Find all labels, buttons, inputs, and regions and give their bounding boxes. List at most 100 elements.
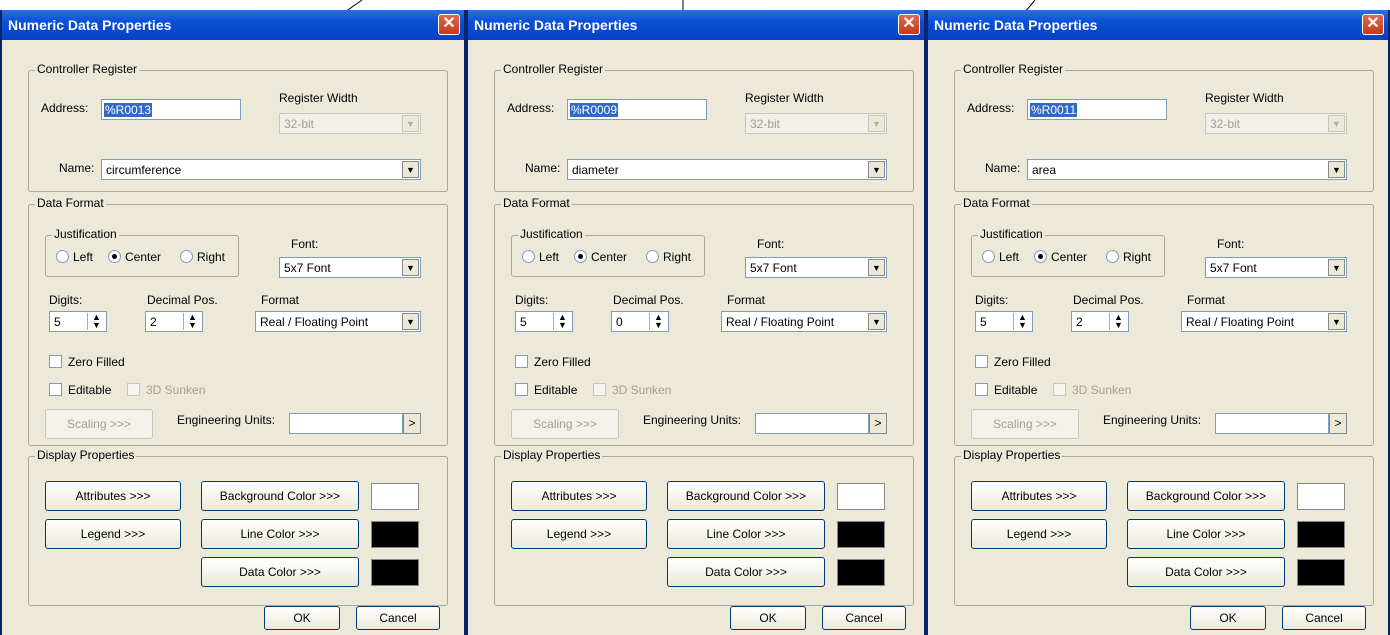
legend-button[interactable]: Legend >>> — [511, 519, 647, 549]
ok-button[interactable]: OK — [730, 606, 806, 630]
chevron-down-icon[interactable]: ▼ — [868, 161, 885, 178]
background-color-swatch[interactable] — [371, 483, 419, 510]
zero-filled-checkbox[interactable]: Zero Filled — [515, 355, 591, 369]
background-color-button[interactable]: Background Color >>> — [201, 481, 359, 511]
spinner-arrows-icon[interactable]: ▲ ▼ — [1109, 313, 1127, 330]
format-label: Format — [261, 293, 300, 307]
justification-right-radio[interactable]: Right — [646, 250, 691, 264]
data-color-swatch[interactable] — [1297, 559, 1345, 586]
font-select[interactable]: 5x7 Font ▼ — [745, 257, 887, 278]
engineering-units-button[interactable]: > — [403, 413, 421, 434]
chevron-down-icon[interactable]: ▼ — [402, 161, 419, 178]
editable-checkbox[interactable]: Editable — [975, 383, 1037, 397]
line-color-button[interactable]: Line Color >>> — [667, 519, 825, 549]
digits-spinner[interactable]: 5 ▲ ▼ — [515, 311, 573, 332]
data-color-button[interactable]: Data Color >>> — [667, 557, 825, 587]
data-color-button[interactable]: Data Color >>> — [201, 557, 359, 587]
editable-checkbox[interactable]: Editable — [515, 383, 577, 397]
format-select[interactable]: Real / Floating Point ▼ — [255, 311, 421, 332]
font-value: 5x7 Font — [1210, 261, 1257, 275]
data-color-swatch[interactable] — [837, 559, 885, 586]
address-input[interactable]: %R0011 — [1027, 99, 1167, 120]
spinner-arrows-icon[interactable]: ▲ ▼ — [87, 313, 105, 330]
chevron-down-icon[interactable]: ▼ — [1328, 313, 1345, 330]
attributes-button[interactable]: Attributes >>> — [511, 481, 647, 511]
digits-spinner[interactable]: 5 ▲ ▼ — [49, 311, 107, 332]
decimal-spinner[interactable]: 2 ▲ ▼ — [1071, 311, 1129, 332]
address-input[interactable]: %R0013 — [101, 99, 241, 120]
name-select[interactable]: circumference ▼ — [101, 159, 421, 180]
chevron-down-icon[interactable]: ▼ — [1328, 259, 1345, 276]
justification-left-radio[interactable]: Left — [522, 250, 559, 264]
address-label: Address: — [967, 101, 1015, 115]
line-color-swatch[interactable] — [1297, 521, 1345, 548]
editable-checkbox[interactable]: Editable — [49, 383, 111, 397]
spinner-arrows-icon[interactable]: ▲ ▼ — [649, 313, 667, 330]
legend-button[interactable]: Legend >>> — [45, 519, 181, 549]
line-color-swatch[interactable] — [837, 521, 885, 548]
justification-right-radio[interactable]: Right — [180, 250, 225, 264]
name-select[interactable]: diameter ▼ — [567, 159, 887, 180]
engineering-units-input[interactable] — [755, 413, 869, 434]
font-select[interactable]: 5x7 Font ▼ — [279, 257, 421, 278]
format-select[interactable]: Real / Floating Point ▼ — [1181, 311, 1347, 332]
decimal-value: 0 — [616, 315, 623, 329]
name-select[interactable]: area ▼ — [1027, 159, 1347, 180]
engineering-units-input[interactable] — [1215, 413, 1329, 434]
data-color-swatch[interactable] — [371, 559, 419, 586]
ok-button[interactable]: OK — [1190, 606, 1266, 630]
numeric-data-properties-dialog: Numeric Data Properties ✕ Controller Reg… — [0, 10, 466, 635]
background-color-button[interactable]: Background Color >>> — [667, 481, 825, 511]
line-color-button[interactable]: Line Color >>> — [201, 519, 359, 549]
zero-filled-checkbox[interactable]: Zero Filled — [975, 355, 1051, 369]
chevron-down-icon[interactable]: ▼ — [402, 313, 419, 330]
line-color-swatch[interactable] — [371, 521, 419, 548]
font-select[interactable]: 5x7 Font ▼ — [1205, 257, 1347, 278]
ok-button[interactable]: OK — [264, 606, 340, 630]
decimal-spinner[interactable]: 2 ▲ ▼ — [145, 311, 203, 332]
spinner-arrows-icon[interactable]: ▲ ▼ — [1013, 313, 1031, 330]
title-bar[interactable]: Numeric Data Properties ✕ — [468, 10, 924, 40]
justification-left-radio[interactable]: Left — [982, 250, 1019, 264]
register-width-select: 32-bit ▼ — [279, 113, 421, 134]
cancel-button[interactable]: Cancel — [822, 606, 906, 630]
engineering-units-button[interactable]: > — [869, 413, 887, 434]
cancel-button[interactable]: Cancel — [1282, 606, 1366, 630]
digits-spinner[interactable]: 5 ▲ ▼ — [975, 311, 1033, 332]
engineering-units-button[interactable]: > — [1329, 413, 1347, 434]
chevron-down-icon[interactable]: ▼ — [868, 259, 885, 276]
engineering-units-label: Engineering Units: — [643, 413, 742, 427]
numeric-data-properties-dialog: Numeric Data Properties ✕ Controller Reg… — [926, 10, 1390, 635]
justification-center-radio[interactable]: Center — [108, 250, 161, 264]
spinner-arrows-icon[interactable]: ▲ ▼ — [183, 313, 201, 330]
justification-right-radio[interactable]: Right — [1106, 250, 1151, 264]
legend-button[interactable]: Legend >>> — [971, 519, 1107, 549]
address-input[interactable]: %R0009 — [567, 99, 707, 120]
close-icon[interactable]: ✕ — [1362, 14, 1384, 35]
data-color-button[interactable]: Data Color >>> — [1127, 557, 1285, 587]
spinner-arrows-icon[interactable]: ▲ ▼ — [553, 313, 571, 330]
chevron-down-icon[interactable]: ▼ — [868, 313, 885, 330]
background-color-button[interactable]: Background Color >>> — [1127, 481, 1285, 511]
cancel-button[interactable]: Cancel — [356, 606, 440, 630]
justification-left-radio[interactable]: Left — [56, 250, 93, 264]
justification-center-radio[interactable]: Center — [1034, 250, 1087, 264]
chevron-down-icon[interactable]: ▼ — [1328, 161, 1345, 178]
close-icon[interactable]: ✕ — [438, 14, 460, 35]
line-color-button[interactable]: Line Color >>> — [1127, 519, 1285, 549]
attributes-button[interactable]: Attributes >>> — [971, 481, 1107, 511]
engineering-units-input[interactable] — [289, 413, 403, 434]
chevron-down-icon[interactable]: ▼ — [402, 259, 419, 276]
name-value: area — [1032, 163, 1057, 177]
background-color-swatch[interactable] — [837, 483, 885, 510]
format-select[interactable]: Real / Floating Point ▼ — [721, 311, 887, 332]
decimal-spinner[interactable]: 0 ▲ ▼ — [611, 311, 669, 332]
close-icon[interactable]: ✕ — [898, 14, 920, 35]
attributes-button[interactable]: Attributes >>> — [45, 481, 181, 511]
title-bar[interactable]: Numeric Data Properties ✕ — [928, 10, 1388, 40]
zero-filled-checkbox[interactable]: Zero Filled — [49, 355, 125, 369]
register-width-label: Register Width — [279, 91, 358, 105]
title-bar[interactable]: Numeric Data Properties ✕ — [2, 10, 464, 40]
justification-center-radio[interactable]: Center — [574, 250, 627, 264]
background-color-swatch[interactable] — [1297, 483, 1345, 510]
